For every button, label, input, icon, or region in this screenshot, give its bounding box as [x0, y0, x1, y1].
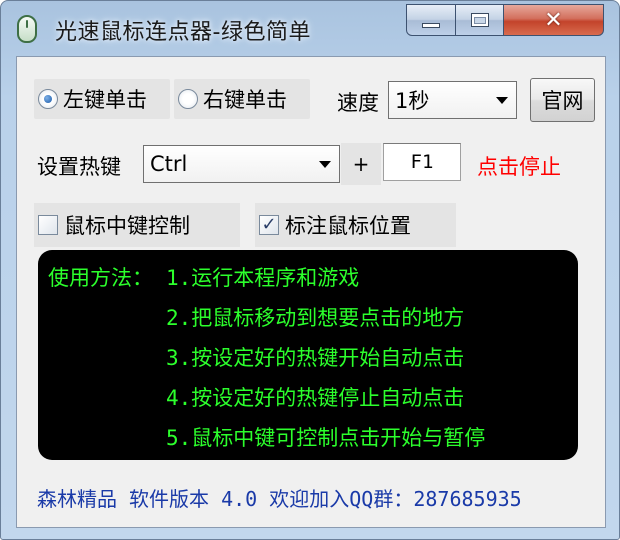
close-icon: ✕ — [544, 7, 563, 33]
maximize-button[interactable] — [456, 4, 504, 36]
middle-button-control-checkbox[interactable]: 鼠标中键控制 — [34, 203, 240, 247]
window-title: 光速鼠标连点器-绿色简单 — [55, 20, 311, 45]
radio-right-click[interactable]: 右键单击 — [174, 79, 310, 119]
radio-right-click-indicator[interactable] — [178, 89, 198, 109]
main-panel: 左键单击 右键单击 速度 1秒 官网 设置热键 Ctrl + F1 点击停止 鼠… — [16, 56, 606, 528]
mark-mouse-position-box[interactable]: ✓ — [259, 215, 279, 235]
chevron-down-icon — [496, 97, 508, 104]
instructions-heading: 使用方法： — [48, 266, 153, 290]
speed-select-value: 1秒 — [395, 89, 430, 113]
radio-left-click[interactable]: 左键单击 — [34, 79, 170, 119]
instructions-panel: 使用方法： 1.运行本程序和游戏 2.把鼠标移动到想要点击的地方 3.按设定好的… — [38, 250, 578, 460]
hotkey-key-field[interactable]: F1 — [383, 143, 461, 181]
instruction-step: 4.按设定好的热键停止自动点击 — [166, 386, 465, 410]
radio-right-click-label: 右键单击 — [203, 88, 287, 112]
radio-left-click-indicator[interactable] — [38, 89, 58, 109]
hotkey-modifier-value: Ctrl — [150, 152, 188, 176]
close-button[interactable]: ✕ — [504, 4, 604, 36]
title-bar[interactable]: 光速鼠标连点器-绿色简单 ✕ — [1, 1, 619, 53]
radio-left-click-label: 左键单击 — [63, 88, 147, 112]
instruction-step: 2.把鼠标移动到想要点击的地方 — [166, 306, 465, 330]
instruction-step: 5.鼠标中键可控制点击开始与暂停 — [166, 426, 486, 450]
speed-select[interactable]: 1秒 — [388, 81, 517, 119]
mark-mouse-position-checkbox[interactable]: ✓ 标注鼠标位置 — [255, 203, 456, 247]
instruction-step: 3.按设定好的热键开始自动点击 — [166, 346, 465, 370]
instruction-step: 1.运行本程序和游戏 — [166, 266, 360, 290]
chevron-down-icon — [319, 161, 331, 168]
middle-button-control-box[interactable] — [38, 215, 58, 235]
hotkey-modifier-select[interactable]: Ctrl — [143, 145, 340, 183]
hotkey-status-text: 点击停止 — [477, 155, 561, 179]
app-window: 光速鼠标连点器-绿色简单 ✕ 左键单击 右键单击 速度 1秒 官网 设置热键 C… — [0, 0, 620, 540]
maximize-icon — [470, 13, 489, 27]
official-site-button[interactable]: 官网 — [530, 78, 595, 122]
middle-button-control-label: 鼠标中键控制 — [64, 214, 190, 238]
plus-sign: + — [341, 143, 381, 185]
mouse-icon — [17, 15, 37, 43]
minimize-button[interactable] — [406, 4, 456, 36]
hotkey-label: 设置热键 — [37, 155, 121, 179]
minimize-icon — [422, 22, 440, 28]
footer-text: 森林精品 软件版本 4.0 欢迎加入QQ群：287685935 — [37, 487, 522, 511]
mark-mouse-position-label: 标注鼠标位置 — [285, 214, 411, 238]
checkmark-icon: ✓ — [261, 214, 277, 235]
speed-label: 速度 — [337, 91, 379, 115]
